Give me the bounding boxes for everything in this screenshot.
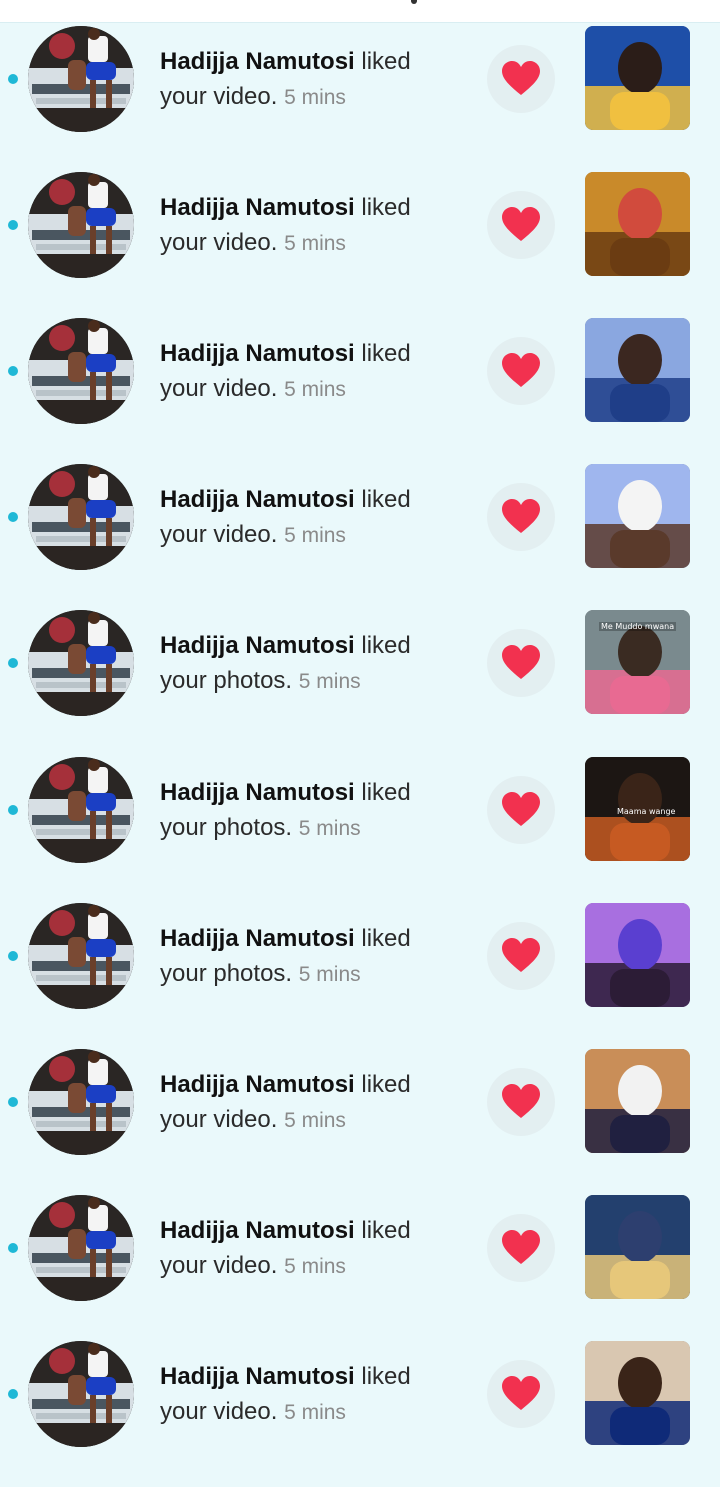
timestamp: 5 mins [284, 1401, 346, 1424]
timestamp: 5 mins [284, 86, 346, 109]
avatar[interactable] [28, 172, 134, 278]
unread-dot [8, 1243, 18, 1253]
post-thumbnail[interactable] [585, 1341, 690, 1445]
notification-row[interactable]: Hadijja Namutosi liked your video. 5 min… [0, 464, 720, 610]
notification-text: Hadijja Namutosi liked your video. 5 min… [160, 1213, 460, 1284]
avatar[interactable] [28, 610, 134, 716]
user-name[interactable]: Hadijja Namutosi [160, 1071, 355, 1098]
notification-text: Hadijja Namutosi liked your video. 5 min… [160, 482, 460, 553]
timestamp: 5 mins [298, 670, 361, 693]
notification-text: Hadijja Namutosi liked your photos. 5 mi… [160, 921, 460, 992]
post-thumbnail[interactable] [585, 318, 690, 422]
notification-text: Hadijja Namutosi liked your video. 5 min… [160, 190, 460, 261]
post-thumbnail[interactable] [585, 1195, 690, 1299]
notification-text: Hadijja Namutosi liked your video. 5 min… [160, 1067, 460, 1138]
like-button[interactable] [487, 1360, 555, 1428]
timestamp: 5 mins [284, 1109, 346, 1132]
notification-text: Hadijja Namutosi liked your photos. 5 mi… [160, 775, 460, 846]
notification-text: Hadijja Namutosi liked your video. 5 min… [160, 44, 460, 115]
post-thumbnail[interactable] [585, 1049, 690, 1153]
unread-dot [8, 366, 18, 376]
user-name[interactable]: Hadijja Namutosi [160, 779, 355, 806]
notification-row[interactable]: Hadijja Namutosi liked your video. 5 min… [0, 172, 720, 318]
timestamp: 5 mins [284, 378, 346, 401]
user-name[interactable]: Hadijja Namutosi [160, 925, 355, 952]
unread-dot [8, 805, 18, 815]
avatar[interactable] [28, 903, 134, 1009]
notification-row[interactable]: Hadijja Namutosi liked your photos. 5 mi… [0, 610, 720, 756]
user-name[interactable]: Hadijja Namutosi [160, 194, 355, 221]
avatar[interactable] [28, 26, 134, 132]
unread-dot [8, 512, 18, 522]
like-button[interactable] [487, 191, 555, 259]
avatar[interactable] [28, 757, 134, 863]
post-thumbnail[interactable] [585, 172, 690, 276]
notification-row[interactable]: Hadijja Namutosi liked your video. 5 min… [0, 318, 720, 464]
notification-row[interactable]: Hadijja Namutosi liked your video. 5 min… [0, 1195, 720, 1341]
notification-text: Hadijja Namutosi liked your photos. 5 mi… [160, 628, 460, 699]
like-button[interactable] [487, 629, 555, 697]
user-name[interactable]: Hadijja Namutosi [160, 486, 355, 513]
timestamp: 5 mins [284, 1255, 346, 1278]
like-button[interactable] [487, 922, 555, 990]
user-name[interactable]: Hadijja Namutosi [160, 340, 355, 367]
notification-row[interactable]: Hadijja Namutosi liked your video. 5 min… [0, 1341, 720, 1487]
unread-dot [8, 220, 18, 230]
avatar[interactable] [28, 1341, 134, 1447]
avatar[interactable] [28, 318, 134, 424]
like-button[interactable] [487, 1214, 555, 1282]
post-thumbnail[interactable]: Me Muddo mwana [585, 610, 690, 714]
user-name[interactable]: Hadijja Namutosi [160, 1217, 355, 1244]
unread-dot [8, 951, 18, 961]
timestamp: 5 mins [298, 817, 361, 840]
timestamp: 5 mins [298, 963, 361, 986]
thumbnail-caption: Me Muddo mwana [599, 622, 677, 631]
like-button[interactable] [487, 1068, 555, 1136]
unread-dot [8, 1389, 18, 1399]
avatar[interactable] [28, 464, 134, 570]
unread-dot [8, 74, 18, 84]
user-name[interactable]: Hadijja Namutosi [160, 48, 355, 75]
post-thumbnail[interactable] [585, 26, 690, 130]
thumbnail-caption: Maama wange [617, 807, 676, 816]
avatar[interactable] [28, 1195, 134, 1301]
notification-list: Hadijja Namutosi liked your video. 5 min… [0, 0, 720, 1447]
post-thumbnail[interactable] [585, 903, 690, 1007]
post-thumbnail[interactable]: Maama wange [585, 757, 690, 861]
timestamp: 5 mins [284, 232, 346, 255]
notification-text: Hadijja Namutosi liked your video. 5 min… [160, 1359, 460, 1430]
notification-row[interactable]: Hadijja Namutosi liked your video. 5 min… [0, 26, 720, 172]
like-button[interactable] [487, 776, 555, 844]
timestamp: 5 mins [284, 524, 346, 547]
unread-dot [8, 1097, 18, 1107]
like-button[interactable] [487, 45, 555, 113]
like-button[interactable] [487, 337, 555, 405]
avatar[interactable] [28, 1049, 134, 1155]
post-thumbnail[interactable] [585, 464, 690, 568]
notification-row[interactable]: Hadijja Namutosi liked your video. 5 min… [0, 1049, 720, 1195]
notification-row[interactable]: Hadijja Namutosi liked your photos. 5 mi… [0, 757, 720, 903]
notification-text: Hadijja Namutosi liked your video. 5 min… [160, 336, 460, 407]
unread-dot [8, 658, 18, 668]
notification-row[interactable]: Hadijja Namutosi liked your photos. 5 mi… [0, 903, 720, 1049]
like-button[interactable] [487, 483, 555, 551]
user-name[interactable]: Hadijja Namutosi [160, 1363, 355, 1390]
user-name[interactable]: Hadijja Namutosi [160, 632, 355, 659]
